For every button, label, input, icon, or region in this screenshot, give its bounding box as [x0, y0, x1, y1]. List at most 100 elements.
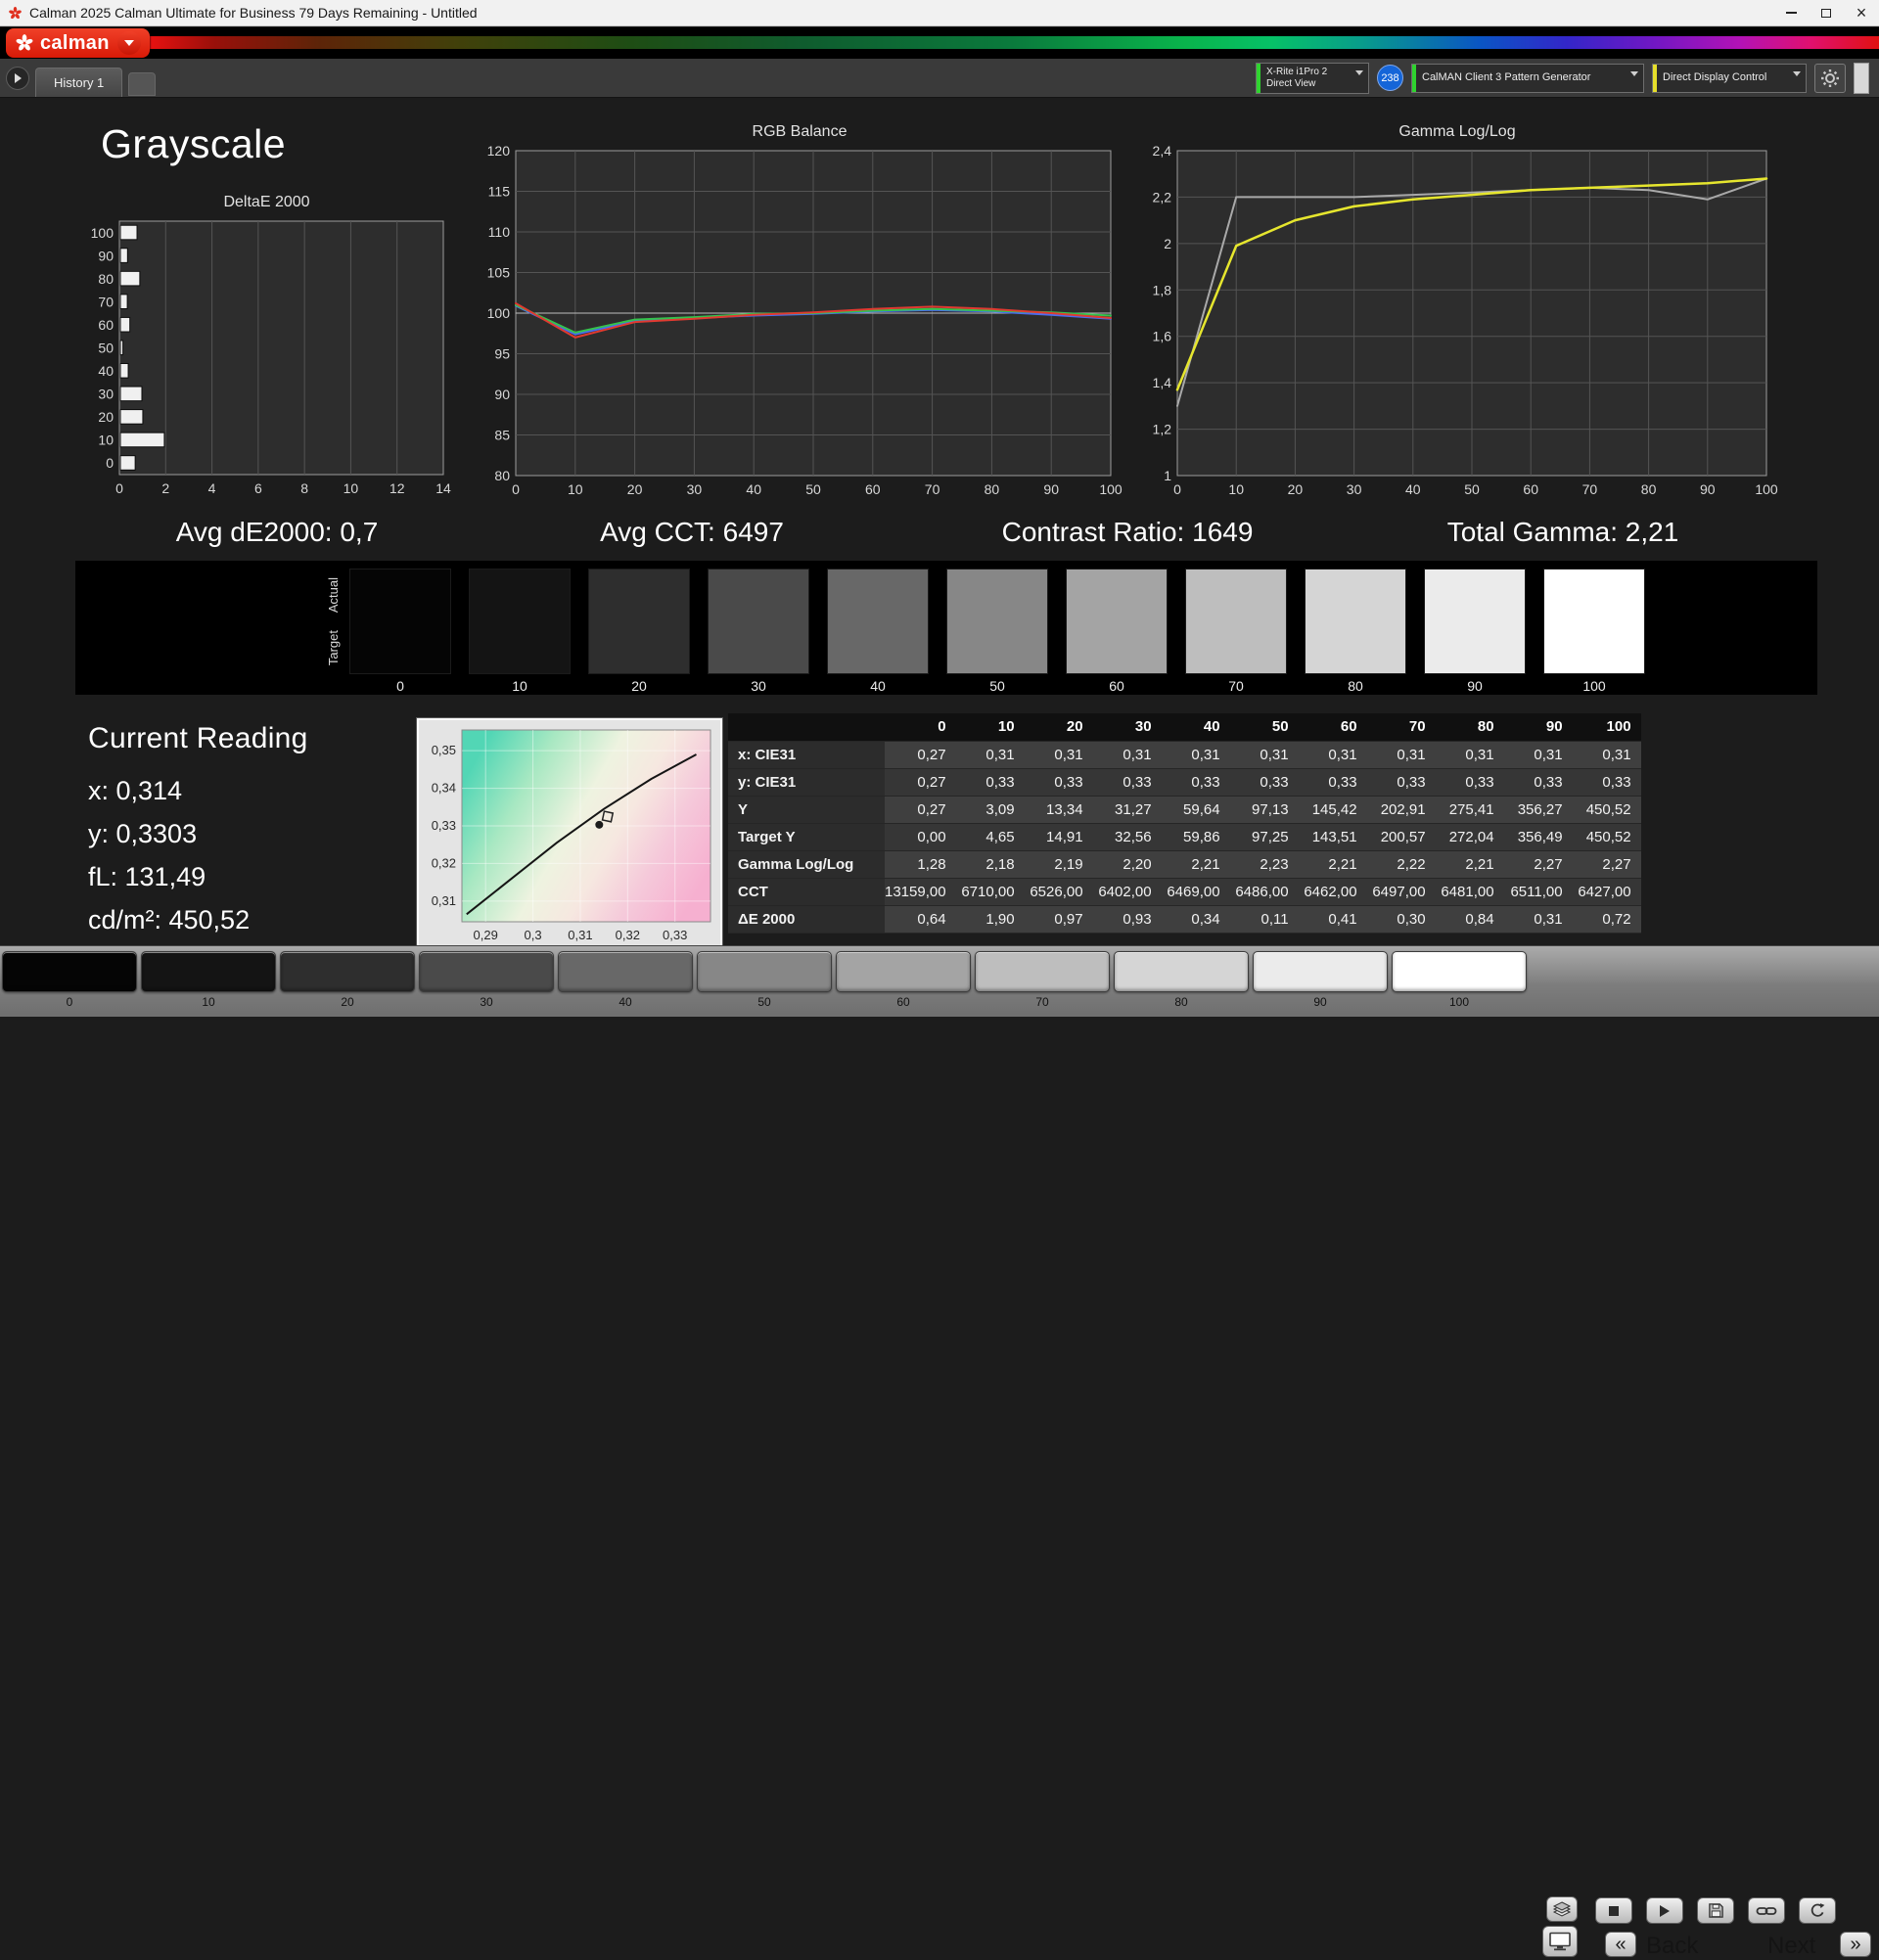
swatch-40: 40	[827, 569, 929, 695]
level-cell-10: 10	[141, 951, 276, 1009]
swatch-color-60	[1066, 569, 1168, 674]
avg-de2000-stat: Avg dE2000: 0,7	[175, 517, 379, 547]
calman-app-window: { "window": { "title": "Calman 2025 Calm…	[0, 0, 1879, 1959]
tab-history-1-label: History 1	[54, 74, 105, 90]
table-cell: 0,33	[1366, 768, 1436, 797]
svg-text:90: 90	[1700, 481, 1716, 497]
save-button[interactable]	[1697, 1897, 1734, 1924]
level-cell-80: 80	[1114, 951, 1249, 1009]
svg-text:0,31: 0,31	[432, 893, 456, 908]
swatch-100: 100	[1543, 569, 1645, 695]
svg-text:0: 0	[106, 455, 114, 471]
display-view-button[interactable]	[1542, 1926, 1578, 1957]
calman-logo-text: calman	[40, 31, 110, 54]
level-button-100[interactable]	[1392, 951, 1527, 992]
swatch-color-20	[588, 569, 690, 674]
display-control-dropdown[interactable]: Direct Display Control	[1652, 63, 1807, 93]
total-gamma-stat: Total Gamma: 2,21	[1446, 517, 1679, 547]
table-row: y: CIE31 0,27 0,33 0,33 0,33 0,33 0,33 0,33 0,33…	[728, 768, 1641, 797]
settings-button[interactable]	[1814, 63, 1846, 93]
layers-button[interactable]	[1546, 1896, 1578, 1922]
table-cell: 356,49	[1503, 823, 1573, 851]
link-icon	[1756, 1906, 1777, 1915]
table-cell: 0,00	[885, 823, 956, 851]
table-cell: 0,27	[885, 768, 956, 797]
tab-history-1[interactable]: History 1	[35, 67, 123, 97]
close-button[interactable]: ×	[1844, 0, 1879, 25]
svg-text:2: 2	[161, 480, 169, 496]
level-cell-100: 100	[1392, 951, 1527, 1009]
maximize-button[interactable]	[1809, 0, 1844, 25]
meter-dropdown[interactable]: X-Rite i1Pro 2 Direct View	[1256, 62, 1369, 94]
table-row: x: CIE31 0,27 0,31 0,31 0,31 0,31 0,31 0,31 0,31…	[728, 741, 1641, 769]
svg-text:90: 90	[494, 387, 510, 402]
svg-text:30: 30	[687, 481, 703, 497]
level-button-40[interactable]	[558, 951, 693, 992]
rgb-balance-chart: RGB Balance 0 10 20 30 40 50 60 70 80 90 100 80 85 90…	[477, 121, 1123, 510]
level-label-70: 70	[1035, 995, 1049, 1009]
bottom-bar: 0 10 20 30 40 50 60 70 80 90 100 « Back …	[0, 945, 1879, 1959]
table-cell: 0,34	[1161, 905, 1230, 934]
level-cell-60: 60	[836, 951, 971, 1009]
swatch-70: 70	[1185, 569, 1287, 695]
meter-count-badge: 238	[1377, 65, 1403, 91]
table-cell: 1,28	[885, 850, 956, 879]
level-label-60: 60	[896, 995, 910, 1009]
level-buttons: 0 10 20 30 40 50 60 70 80 90 100	[2, 951, 1527, 1009]
level-button-30[interactable]	[419, 951, 554, 992]
swatch-label-100: 100	[1582, 678, 1606, 694]
next-button[interactable]: Next	[1767, 1933, 1815, 1960]
svg-text:0,33: 0,33	[663, 928, 687, 942]
deltae-chart-title: DeltaE 2000	[223, 194, 310, 210]
table-row-label: x: CIE31	[728, 741, 885, 769]
app-icon	[8, 6, 23, 21]
contrast-ratio-stat: Contrast Ratio: 1649	[1001, 517, 1254, 547]
new-tab-stub[interactable]	[128, 71, 157, 96]
table-cell: 0,31	[1229, 741, 1299, 769]
table-cell: 0,93	[1092, 905, 1162, 934]
pattern-generator-dropdown[interactable]: CalMAN Client 3 Pattern Generator	[1411, 63, 1644, 93]
panel-edge-button[interactable]	[1854, 62, 1869, 94]
level-button-90[interactable]	[1253, 951, 1388, 992]
table-cell: 0,31	[1572, 741, 1641, 769]
play-button[interactable]	[1646, 1897, 1683, 1924]
table-cell: 0,33	[1503, 768, 1573, 797]
swatch-80: 80	[1305, 569, 1406, 695]
calman-logo-menu[interactable]: calman	[6, 28, 150, 58]
link-profile-button[interactable]	[1748, 1897, 1785, 1924]
minimize-button[interactable]	[1773, 0, 1809, 25]
level-button-80[interactable]	[1114, 951, 1249, 992]
back-chevron-button[interactable]: «	[1605, 1932, 1636, 1957]
table-row: CCT 13159,00 6710,00 6526,00 6402,00 6469,00 6…	[728, 878, 1641, 906]
level-button-20[interactable]	[280, 951, 415, 992]
swatch-20: 20	[588, 569, 690, 695]
chevron-down-icon	[1793, 70, 1801, 93]
monitor-icon	[1549, 1932, 1571, 1951]
close-icon: ×	[1856, 3, 1867, 23]
table-row: ΔE 2000 0,64 1,90 0,97 0,93 0,34 0,11 0,41 0,30 0…	[728, 905, 1641, 934]
next-chevron-button[interactable]: »	[1840, 1932, 1871, 1957]
swatch-axis-labels: Actual Target	[320, 569, 345, 674]
swatch-label-10: 10	[512, 678, 527, 694]
svg-text:85: 85	[494, 428, 510, 443]
chevron-down-icon	[1630, 70, 1638, 93]
table-cell: 145,42	[1298, 796, 1367, 824]
table-cell: 0,33	[1298, 768, 1367, 797]
swatch-color-30	[708, 569, 809, 674]
table-cell: 6710,00	[955, 878, 1025, 906]
stop-button[interactable]	[1595, 1897, 1632, 1924]
reading-fl: fL: 131,49	[88, 862, 206, 891]
level-button-60[interactable]	[836, 951, 971, 992]
table-cell: 6511,00	[1503, 878, 1573, 906]
gamma-chart: Gamma Log/Log 0 10 20 30 40 50 60 70 80 90 100 1 1,2…	[1134, 121, 1780, 510]
table-row: Y 0,27 3,09 13,34 31,27 59,64 97,13 145,42 202,9…	[728, 796, 1641, 824]
tab-scroll-button[interactable]	[6, 66, 29, 90]
svg-text:60: 60	[1523, 481, 1538, 497]
level-button-70[interactable]	[975, 951, 1110, 992]
logo-menu-caret[interactable]	[116, 31, 141, 55]
back-button[interactable]: Back	[1646, 1933, 1698, 1960]
level-button-50[interactable]	[697, 951, 832, 992]
level-button-0[interactable]	[2, 951, 137, 992]
level-button-10[interactable]	[141, 951, 276, 992]
refresh-button[interactable]	[1799, 1897, 1836, 1924]
